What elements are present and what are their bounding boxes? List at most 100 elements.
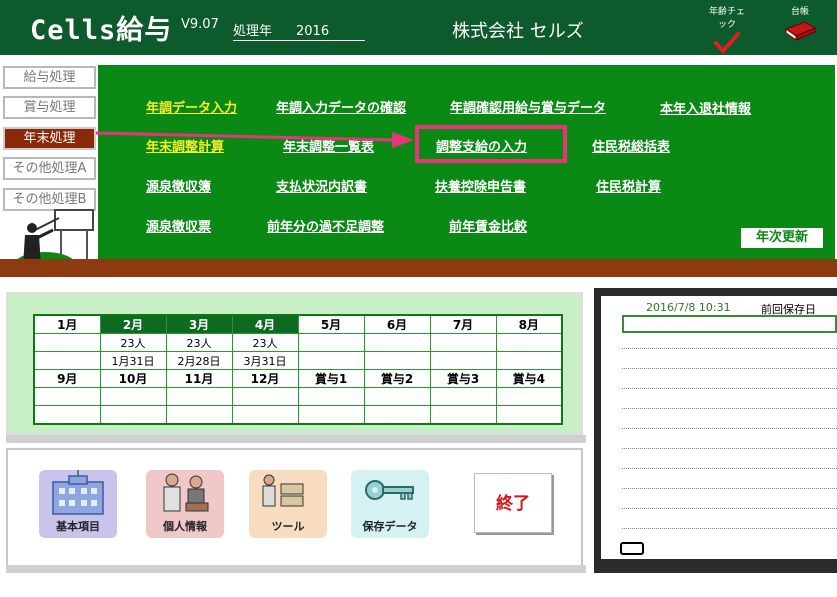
- date-cell: [33, 351, 101, 370]
- date-row: 1月31日 2月28日 3月31日: [33, 351, 563, 370]
- month-cell[interactable]: 1月: [33, 314, 101, 334]
- date-cell: [495, 351, 563, 370]
- tools-button[interactable]: ツール: [249, 470, 327, 538]
- date-cell: [429, 351, 497, 370]
- menu-year-end-salary-bonus-data[interactable]: 年調確認用給与賞与データ: [450, 97, 606, 116]
- count-cell: 23人: [231, 333, 299, 352]
- bonus-cell[interactable]: 賞与4: [495, 369, 563, 388]
- count-cell: [495, 333, 563, 352]
- processing-year-label: 処理年: [233, 24, 273, 39]
- memo-line: [622, 508, 837, 509]
- tools-shadow: [6, 565, 586, 573]
- menu-payment-status-breakdown[interactable]: 支払状況内訳書: [276, 176, 367, 195]
- empty-cell: [297, 387, 365, 406]
- count-row: 23人 23人 23人: [33, 333, 563, 352]
- memo-scroll-handle[interactable]: [620, 542, 644, 555]
- tools-label: ツール: [271, 520, 305, 533]
- ledger-button[interactable]: 台帳: [780, 4, 820, 43]
- memo-line: [622, 528, 837, 529]
- saved-data-label: 保存データ: [362, 520, 418, 533]
- memo-line: [622, 368, 837, 369]
- age-check-label: 年齢チェック: [708, 7, 745, 30]
- menu-year-end-input-check[interactable]: 年調入力データの確認: [276, 97, 406, 116]
- memo-line: [622, 468, 837, 469]
- bonus-cell[interactable]: 賞与3: [429, 369, 497, 388]
- bonus-cell[interactable]: 賞与1: [297, 369, 365, 388]
- bonus-cell[interactable]: 賞与2: [363, 369, 431, 388]
- date-cell: 2月28日: [165, 351, 233, 370]
- count-cell: [297, 333, 365, 352]
- memo-line: [622, 428, 837, 429]
- last-saved-date: 2016/7/8 10:31: [646, 301, 731, 314]
- empty-cell: [33, 387, 101, 406]
- month-cell[interactable]: 12月: [231, 369, 299, 388]
- company-name: 株式会社 セルズ: [452, 21, 584, 42]
- menu-year-end-data-input[interactable]: 年調データ入力: [146, 97, 237, 116]
- month-calendar-table: 1月 2月 3月 4月 5月 6月 7月 8月 23人 23人 23人 1月31…: [33, 314, 563, 425]
- menu-prior-year-wage-comparison[interactable]: 前年賃金比較: [449, 216, 527, 235]
- nav-year-end-processing[interactable]: 年末処理: [3, 127, 96, 150]
- processing-year: 処理年 2016: [233, 20, 365, 41]
- menu-withholding-ledger[interactable]: 源泉徴収簿: [146, 176, 211, 195]
- month-header-row: 9月 10月 11月 12月 賞与1 賞与2 賞与3 賞与4: [33, 369, 563, 388]
- empty-row: [33, 405, 563, 424]
- count-cell: [363, 333, 431, 352]
- pointer-arrow-icon: [95, 131, 414, 148]
- month-cell[interactable]: 3月: [165, 314, 233, 334]
- key-icon: [365, 480, 414, 500]
- checkmark-icon: [714, 32, 740, 54]
- exit-button[interactable]: 終了: [474, 473, 552, 533]
- empty-cell: [495, 387, 563, 406]
- date-cell: 3月31日: [231, 351, 299, 370]
- memo-line: [622, 348, 837, 349]
- tools-icon: [262, 474, 304, 507]
- date-cell: [363, 351, 431, 370]
- empty-cell: [99, 387, 167, 406]
- month-cell[interactable]: 8月: [495, 314, 563, 334]
- version-label: V9.07: [181, 17, 219, 32]
- month-cell[interactable]: 7月: [429, 314, 497, 334]
- month-cell[interactable]: 6月: [363, 314, 431, 334]
- memo-input-field[interactable]: [622, 315, 837, 333]
- age-check-button[interactable]: 年齢チェック: [708, 4, 746, 54]
- date-cell: 1月31日: [99, 351, 167, 370]
- nav-bonus-processing[interactable]: 賞与処理: [3, 96, 96, 119]
- building-icon: [52, 470, 104, 515]
- nav-other-processing-a[interactable]: その他処理A: [3, 157, 96, 180]
- count-cell: [429, 333, 497, 352]
- basic-items-label: 基本項目: [56, 520, 100, 533]
- empty-cell: [165, 405, 233, 424]
- empty-cell: [99, 405, 167, 424]
- basic-items-button[interactable]: 基本項目: [39, 470, 117, 538]
- month-header-row: 1月 2月 3月 4月 5月 6月 7月 8月: [33, 314, 563, 334]
- empty-cell: [495, 405, 563, 424]
- menu-resident-tax-summary[interactable]: 住民税総括表: [592, 136, 670, 155]
- panel-shadow: [0, 259, 837, 277]
- empty-cell: [297, 405, 365, 424]
- menu-dependent-deduction-form[interactable]: 扶養控除申告書: [435, 176, 526, 195]
- saved-data-button[interactable]: 保存データ: [351, 470, 429, 538]
- menu-resident-tax-calculation[interactable]: 住民税計算: [596, 176, 661, 195]
- empty-row: [33, 387, 563, 406]
- memo-line: [622, 388, 837, 389]
- empty-cell: [231, 405, 299, 424]
- empty-cell: [363, 405, 431, 424]
- month-cell[interactable]: 10月: [99, 369, 167, 388]
- book-icon: [784, 21, 817, 41]
- app-header: Cells給与 V9.07 処理年 2016 株式会社 セルズ 年齢チェック 台帳: [0, 0, 837, 55]
- empty-cell: [33, 405, 101, 424]
- menu-hire-leave-info[interactable]: 本年入退社情報: [660, 98, 751, 117]
- annual-update-button[interactable]: 年次更新: [741, 228, 823, 248]
- memo-line: [622, 448, 837, 449]
- personal-info-button[interactable]: 個人情報: [146, 470, 224, 538]
- empty-cell: [165, 387, 233, 406]
- month-cell[interactable]: 9月: [33, 369, 101, 388]
- menu-prior-year-adjustment[interactable]: 前年分の過不足調整: [267, 216, 384, 235]
- menu-withholding-slip[interactable]: 源泉徴収票: [146, 216, 211, 235]
- app-title: Cells給与: [30, 15, 173, 46]
- month-cell[interactable]: 2月: [99, 314, 167, 334]
- month-cell[interactable]: 5月: [297, 314, 365, 334]
- nav-salary-processing[interactable]: 給与処理: [3, 66, 96, 89]
- month-cell[interactable]: 11月: [165, 369, 233, 388]
- month-cell[interactable]: 4月: [231, 314, 299, 334]
